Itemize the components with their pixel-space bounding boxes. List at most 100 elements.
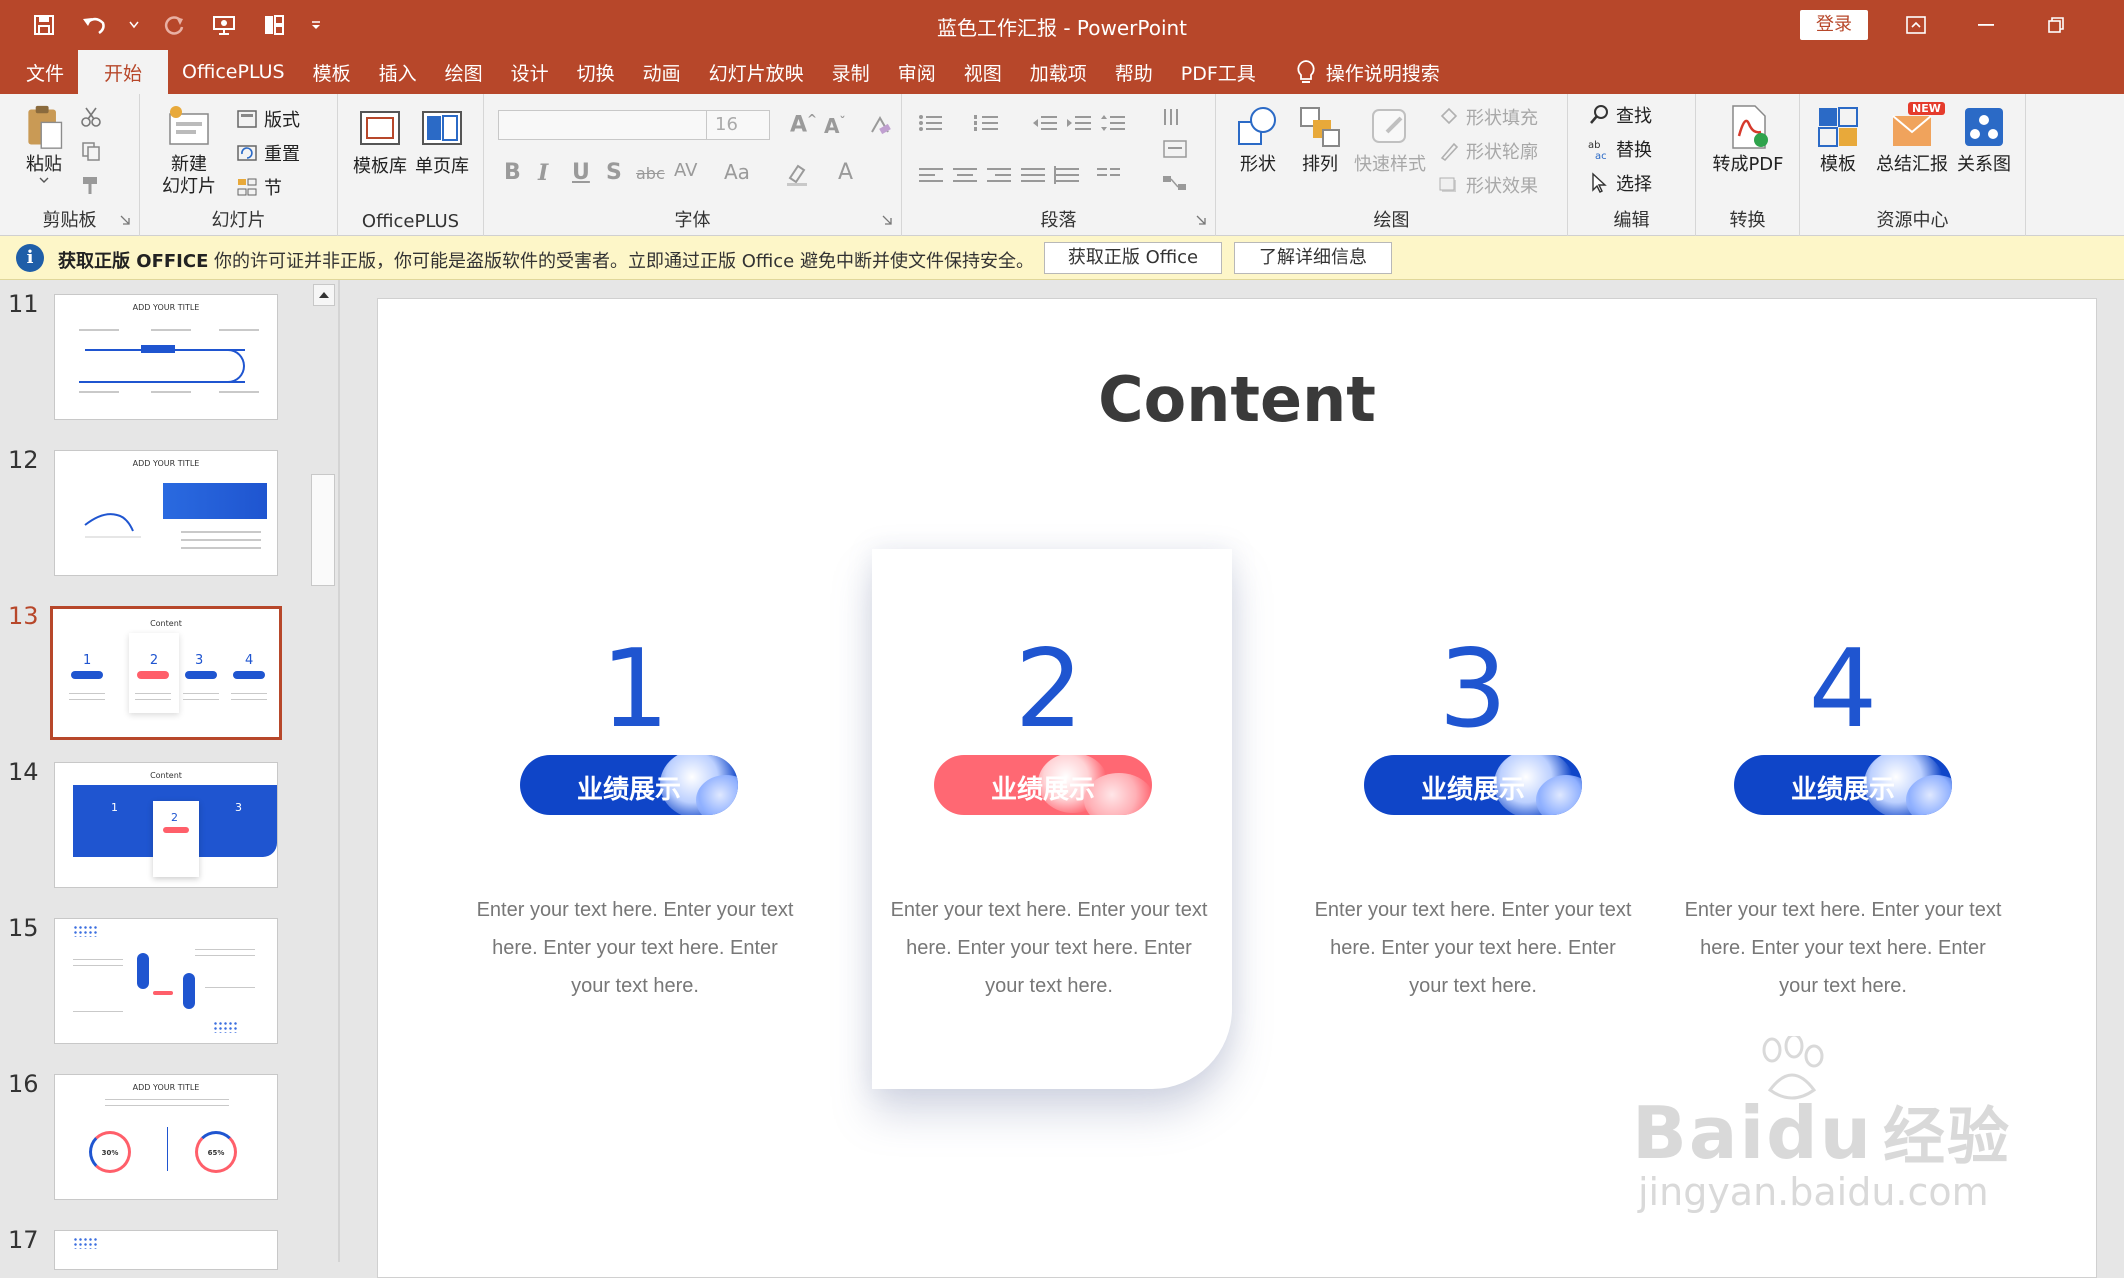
tab-15[interactable]: PDF工具 [1167,50,1270,94]
single-page-button[interactable]: 单页库 [412,106,472,178]
justify-icon[interactable] [1020,166,1046,184]
tab-1[interactable]: 开始 [78,50,169,94]
layout-button[interactable]: 版式 [236,106,300,132]
customize-toolbar-icon[interactable] [306,9,326,41]
tab-11[interactable]: 审阅 [884,50,950,94]
scroll-thumb[interactable] [311,474,335,586]
performance-pill[interactable]: 业绩展示 [520,755,738,815]
arrange-button[interactable]: 排列 [1292,104,1348,176]
thumbnail-scrollbar[interactable] [309,282,335,1262]
copy-icon[interactable] [80,140,102,162]
quick-styles-button[interactable]: 快速样式 [1350,104,1430,176]
columns-icon[interactable] [1096,166,1122,184]
distributed-icon[interactable] [1054,166,1080,184]
scroll-up-button[interactable] [313,284,335,306]
line-spacing-icon[interactable] [1100,114,1126,132]
performance-pill[interactable]: 业绩展示 [1364,755,1582,815]
tab-3[interactable]: 模板 [299,50,365,94]
reset-button[interactable]: 重置 [236,140,300,166]
increase-indent-icon[interactable] [1066,114,1092,132]
numbering-icon[interactable] [974,114,1000,132]
align-left-icon[interactable] [918,166,944,184]
tab-6[interactable]: 设计 [497,50,563,94]
paragraph-dialog-launcher-icon[interactable] [1195,214,1207,226]
tab-14[interactable]: 帮助 [1101,50,1167,94]
undo-icon[interactable] [76,9,112,41]
decrease-indent-icon[interactable] [1032,114,1058,132]
restore-icon[interactable] [2026,6,2086,44]
column-number[interactable]: 1 [470,627,800,752]
grow-font-icon[interactable]: A^ [790,112,817,137]
to-pdf-button[interactable]: 转成PDF [1706,104,1790,176]
section-button[interactable]: 节 [236,174,282,200]
align-right-icon[interactable] [986,166,1012,184]
slide-thumbnail-11[interactable]: ADD YOUR TITLE [54,294,278,420]
tab-10[interactable]: 录制 [818,50,884,94]
get-genuine-office-button[interactable]: 获取正版 Office [1044,242,1222,274]
column-number[interactable]: 3 [1308,627,1638,752]
tab-8[interactable]: 动画 [629,50,695,94]
redo-icon[interactable] [156,9,192,41]
font-color-icon[interactable]: A [838,160,853,185]
slide-title[interactable]: Content [378,363,2096,436]
learn-more-button[interactable]: 了解详细信息 [1234,242,1392,274]
text-direction-icon[interactable] [1162,108,1188,126]
undo-dropdown-icon[interactable] [126,9,142,41]
align-text-icon[interactable] [1162,140,1188,158]
slide-thumbnail-16[interactable]: ADD YOUR TITLE 30% 65% [54,1074,278,1200]
bullets-icon[interactable] [918,114,944,132]
smartart-convert-icon[interactable] [1162,174,1188,192]
ribbon-display-icon[interactable] [1886,6,1946,44]
column-body-text[interactable]: Enter your text here. Enter your text he… [1308,891,1638,1005]
column-number[interactable]: 4 [1678,627,2008,752]
login-button[interactable]: 登录 [1800,10,1868,40]
underline-icon[interactable]: U [572,160,590,185]
tab-9[interactable]: 幻灯片放映 [695,50,818,94]
highlight-icon[interactable] [784,162,810,188]
tab-7[interactable]: 切换 [563,50,629,94]
font-name-box[interactable] [498,110,710,140]
shapes-button[interactable]: 形状 [1230,104,1286,176]
column-body-text[interactable]: Enter your text here. Enter your text he… [884,891,1214,1005]
tab-13[interactable]: 加载项 [1016,50,1101,94]
paste-button[interactable]: 粘贴 [14,104,74,184]
tab-0[interactable]: 文件 [0,50,78,94]
tell-me-search[interactable]: 操作说明搜索 [1270,59,1440,86]
column-number[interactable]: 2 [884,627,1214,752]
slide-thumbnail-13[interactable]: Content 1 2 3 4 [50,606,282,740]
strikethrough-icon[interactable]: abc [636,164,665,183]
relation-diagram-button[interactable]: 关系图 [1952,104,2016,176]
presenter-icon[interactable] [206,9,242,41]
new-slide-button[interactable]: 新建 幻灯片 [154,104,224,198]
char-spacing-icon[interactable]: AV [674,160,697,181]
minimize-icon[interactable] [1956,6,2016,44]
dialog-launcher-icon[interactable] [119,214,131,226]
clear-format-icon[interactable] [868,114,892,138]
font-dialog-launcher-icon[interactable] [881,214,893,226]
column-body-text[interactable]: Enter your text here. Enter your text he… [1678,891,2008,1005]
slide-thumbnail-15[interactable] [54,918,278,1044]
performance-pill[interactable]: 业绩展示 [1734,755,1952,815]
cut-icon[interactable] [80,106,102,128]
font-size-box[interactable]: 16 [706,110,770,140]
shape-fill-button[interactable]: 形状填充 [1438,104,1538,130]
layout-icon[interactable] [256,9,292,41]
tab-2[interactable]: OfficePLUS [168,50,299,94]
find-button[interactable]: 查找 [1588,102,1652,128]
shape-outline-button[interactable]: 形状轮廓 [1438,138,1538,164]
shape-effects-button[interactable]: 形状效果 [1438,172,1538,198]
save-icon[interactable] [26,9,62,41]
slide-thumbnail-14[interactable]: Content 1 2 3 [54,762,278,888]
tab-12[interactable]: 视图 [950,50,1016,94]
replace-button[interactable]: ab ac 替换 [1588,136,1652,162]
slide-thumbnail-17[interactable] [54,1230,278,1270]
select-button[interactable]: 选择 [1588,170,1652,196]
bold-icon[interactable]: B [504,160,521,185]
format-painter-icon[interactable] [80,174,102,196]
performance-pill[interactable]: 业绩展示 [934,755,1152,815]
template-button[interactable]: 模板 [1808,104,1868,176]
tab-5[interactable]: 绘图 [431,50,497,94]
shrink-font-icon[interactable]: Aˇ [824,114,845,138]
align-center-icon[interactable] [952,166,978,184]
italic-icon[interactable]: I [538,160,548,186]
